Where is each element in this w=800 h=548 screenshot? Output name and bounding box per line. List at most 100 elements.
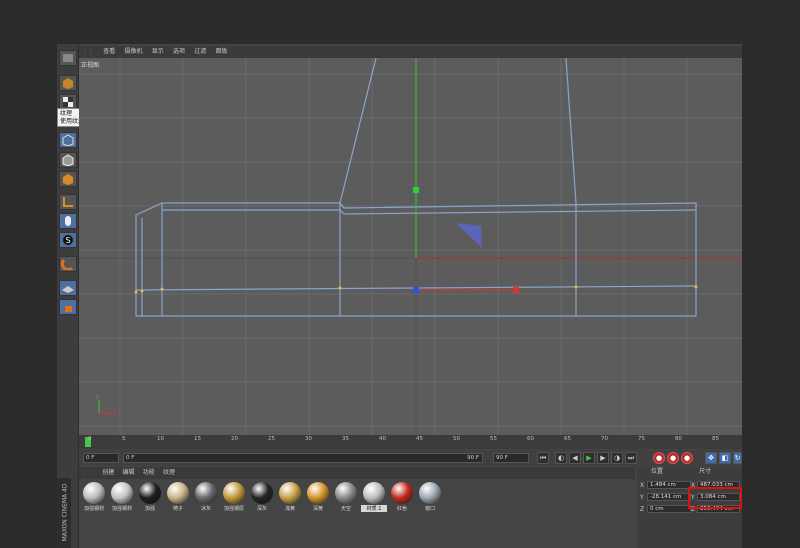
material-preview-ball: [335, 482, 357, 504]
material-swatch[interactable]: 窗口: [417, 481, 443, 513]
material-preview-ball: [139, 482, 161, 504]
points-mode-icon: [62, 134, 74, 146]
viewport-menu-view[interactable]: 查看: [103, 46, 115, 58]
material-menu-texture[interactable]: 纹理: [163, 467, 175, 479]
edges-mode-button[interactable]: [59, 152, 77, 168]
material-preview-ball: [223, 482, 245, 504]
next-key-button[interactable]: ◑: [611, 452, 623, 464]
material-swatch[interactable]: 加强: [137, 481, 163, 513]
snap-button[interactable]: S: [59, 232, 77, 248]
viewport-menu-display[interactable]: 显示: [152, 46, 164, 58]
magnet-button[interactable]: [59, 256, 77, 272]
model-mode-button[interactable]: [59, 75, 77, 91]
svg-text:S: S: [66, 236, 71, 245]
y-axis-grip[interactable]: [413, 187, 419, 193]
rotation-track-button[interactable]: ↻: [733, 452, 742, 464]
material-label: 加强钢原: [223, 506, 244, 512]
material-swatch[interactable]: 深灰: [249, 481, 275, 513]
viewport-grid: [79, 58, 742, 435]
next-frame-button[interactable]: ▶: [597, 452, 609, 464]
viewport-menu-options[interactable]: 选项: [173, 46, 185, 58]
record-key-button[interactable]: ●: [653, 452, 665, 464]
workplane-lock-button[interactable]: [59, 299, 77, 315]
material-menu-edit[interactable]: 编辑: [122, 467, 134, 479]
step-back-icon: ◀: [572, 454, 578, 462]
material-swatch[interactable]: 红色: [389, 481, 415, 513]
timeline-ruler[interactable]: 0 5 10 15 20 25 30 35 40 45 50 55 60 65 …: [79, 435, 742, 449]
material-menu-create[interactable]: 创建: [102, 467, 114, 479]
timeline-tick: 80: [675, 436, 682, 442]
axis-mode-button[interactable]: [59, 194, 77, 210]
position-x-field[interactable]: 1.484 cm: [647, 481, 691, 489]
move-icon: ✥: [708, 454, 714, 462]
end-frame-field[interactable]: 90 F: [493, 453, 529, 463]
viewport-menu-cameras[interactable]: 摄像机: [124, 46, 142, 58]
x-axis-grip[interactable]: [513, 287, 519, 293]
front-viewport[interactable]: Y X 正视图: [79, 58, 742, 435]
auto-key-button[interactable]: ●: [667, 452, 679, 464]
material-preview-ball: [195, 482, 217, 504]
viewport-menu-filter[interactable]: 过滤: [194, 46, 206, 58]
material-menubar: ⋮⋮ 创建 编辑 功能 纹理: [79, 467, 635, 479]
preview-range-slider[interactable]: 0 F 90 F: [123, 453, 483, 463]
keyframe-selection-button[interactable]: ●: [681, 452, 693, 464]
timeline-tick: 40: [379, 436, 386, 442]
viewport-canvas[interactable]: Y X: [79, 58, 742, 435]
material-swatch[interactable]: 椅子: [165, 481, 191, 513]
axis-indicator-icon: Y X: [95, 395, 117, 417]
next-key-icon: ◑: [613, 454, 621, 462]
undo-view-button[interactable]: [59, 50, 77, 66]
tweak-icon: [65, 216, 71, 226]
points-mode-button[interactable]: [59, 132, 77, 148]
material-label: 深黄: [312, 506, 323, 512]
xy-plane-handle[interactable]: [456, 223, 482, 248]
lock-icon: [65, 306, 72, 312]
material-swatch[interactable]: 深黄: [305, 481, 331, 513]
material-swatch[interactable]: 加强钢材: [109, 481, 135, 513]
prev-key-icon: ◐: [557, 454, 565, 462]
material-manager: 加强钢材 加强钢材 加强 椅子 冰灰 加强钢原 深灰 浅黄 深黄 天空 材质.1 红色 窗口: [79, 479, 635, 548]
material-swatch[interactable]: 天空: [333, 481, 359, 513]
material-swatch[interactable]: 加强钢材: [81, 481, 107, 513]
goto-start-button[interactable]: ⏮: [537, 452, 549, 464]
viewport-menu-panel[interactable]: 面板: [215, 46, 227, 58]
timeline-tick: 75: [638, 436, 645, 442]
material-swatch[interactable]: 浅黄: [277, 481, 303, 513]
material-preview-ball: [363, 482, 385, 504]
timeline-tick: 65: [564, 436, 571, 442]
current-frame-field[interactable]: 0 F: [83, 453, 119, 463]
autokey-icon: ●: [669, 454, 677, 462]
material-swatch[interactable]: 加强钢原: [221, 481, 247, 513]
viewport-menubar: ⋮⋮ 查看 摄像机 显示 选项 过滤 面板: [79, 46, 742, 58]
material-preview-ball: [251, 482, 273, 504]
timeline-tick: 55: [490, 436, 497, 442]
highlight-box: [688, 487, 742, 509]
transport-bar: 0 F 0 F 90 F 90 F ⏮ ◐ ◀ ▶ ▶ ◑ ⏭ ● ● ● ✥ …: [79, 450, 742, 466]
rotate-icon: ↻: [734, 454, 741, 462]
pos-y-label: Y: [640, 494, 644, 501]
material-preview-ball: [83, 482, 105, 504]
polygons-mode-button[interactable]: [59, 171, 77, 187]
material-menu-function[interactable]: 功能: [143, 467, 155, 479]
pos-z-label: Z: [640, 506, 645, 513]
workplane-button[interactable]: [59, 280, 77, 296]
material-swatch[interactable]: 冰灰: [193, 481, 219, 513]
timeline-tick: 0: [88, 436, 92, 442]
material-swatch[interactable]: 材质.1: [361, 481, 387, 513]
tweak-mode-button[interactable]: [59, 213, 77, 229]
goto-end-button[interactable]: ⏭: [625, 452, 637, 464]
position-z-field[interactable]: 0 cm: [647, 505, 691, 513]
material-preview-ball: [307, 482, 329, 504]
play-button[interactable]: ▶: [583, 452, 595, 464]
material-label: 窗口: [424, 506, 435, 512]
prev-key-button[interactable]: ◐: [555, 452, 567, 464]
position-y-field[interactable]: -28.141 cm: [647, 493, 691, 501]
brand-strip: MAXON CINEMA 4D: [57, 478, 71, 548]
position-track-button[interactable]: ✥: [705, 452, 717, 464]
z-axis-grip[interactable]: [413, 287, 419, 293]
prev-frame-button[interactable]: ◀: [569, 452, 581, 464]
timeline-tick: 15: [194, 436, 201, 442]
position-header: 位置: [651, 468, 664, 475]
scale-track-button[interactable]: ◧: [719, 452, 731, 464]
timeline-tick: 25: [268, 436, 275, 442]
